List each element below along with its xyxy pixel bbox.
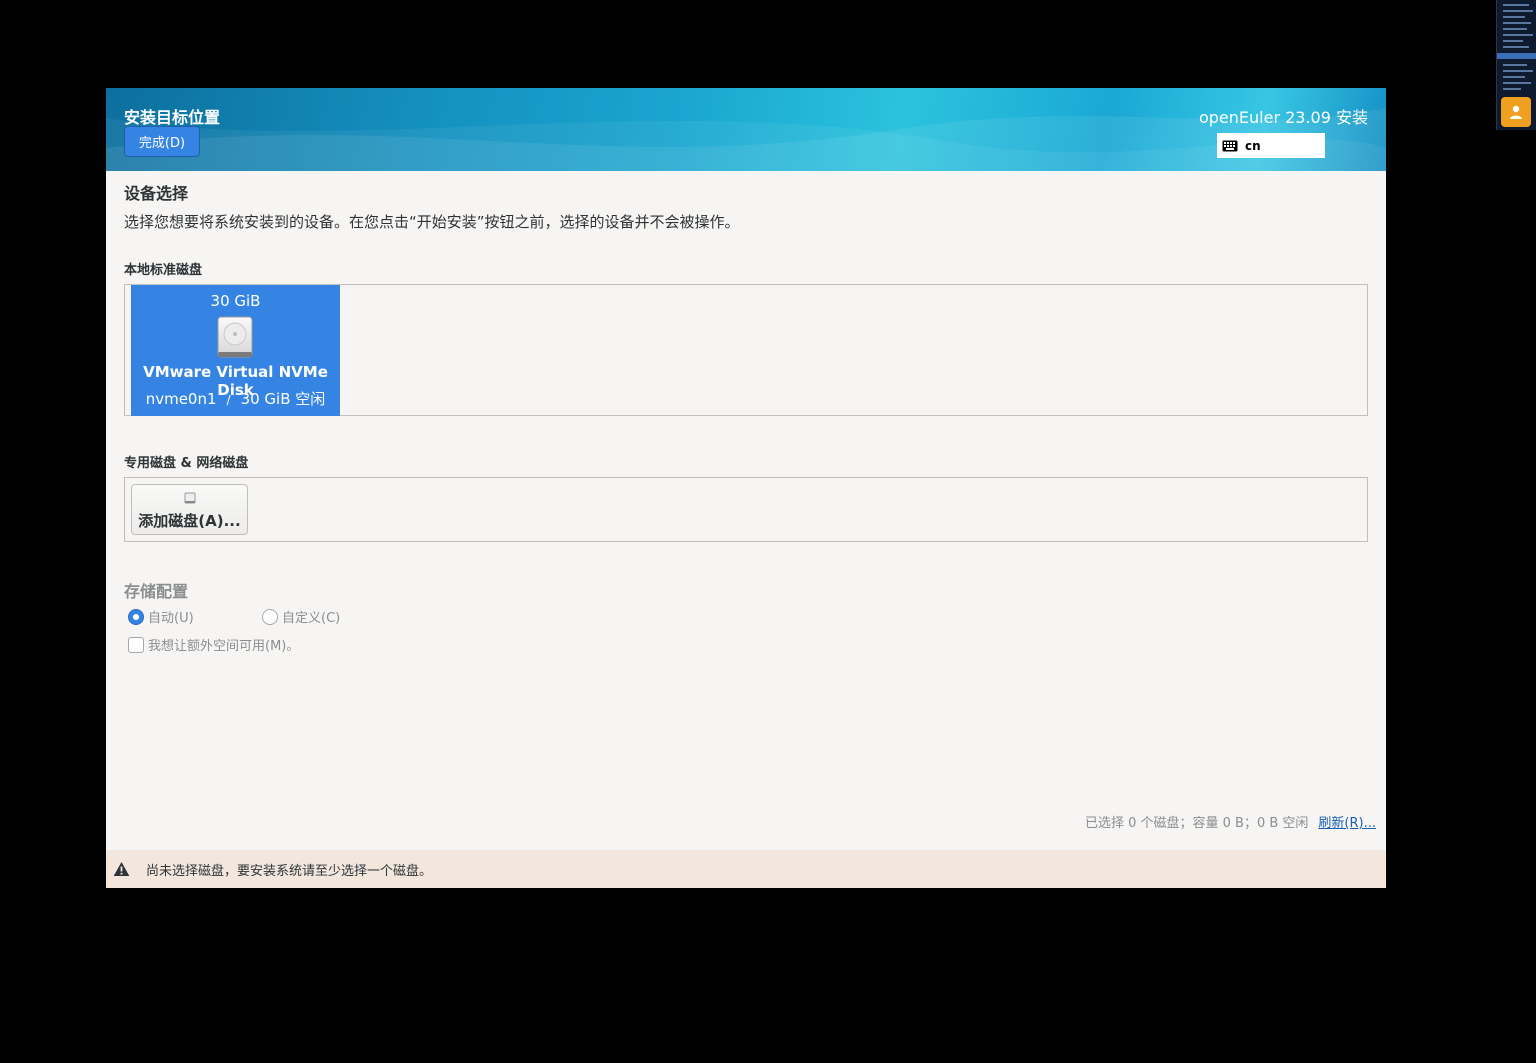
special-disks-label: 专用磁盘 & 网络磁盘 (124, 456, 249, 471)
radio-custom-partition[interactable]: 自定义(C) (262, 607, 340, 626)
thumbnail-highlight (1497, 53, 1536, 59)
radio-unchecked-indicator (262, 608, 278, 625)
product-title: openEuler 23.09 安装 (1198, 108, 1368, 127)
warning-message: 尚未选择磁盘，要安装系统请至少选择一个磁盘。 (146, 863, 433, 879)
checkbox-box (128, 636, 144, 653)
disk-device: nvme0n1 (145, 390, 217, 408)
special-disks-container: 添加磁盘(A)... (124, 477, 1368, 542)
device-selection-description: 选择您想要将系统安装到的设备。在您点击“开始安装”按钮之前，选择的设备并不会被操… (124, 213, 740, 231)
add-disk-label: 添加磁盘(A)... (138, 512, 241, 530)
warning-bar[interactable]: 尚未选择磁盘，要安装系统请至少选择一个磁盘。 (106, 850, 1386, 888)
header-wave-decoration (106, 108, 1386, 171)
storage-config-title: 存储配置 (124, 582, 189, 601)
installer-window: 安装目标位置 完成(D) openEuler 23.09 安装 cn 设备选择 … (106, 88, 1386, 888)
local-disks-container: 30 GiB VMware Virtual NVMe Disk nvme0n1/… (124, 284, 1368, 416)
radio-checked-indicator (128, 608, 144, 625)
user-avatar[interactable] (1501, 97, 1531, 127)
keyboard-layout-indicator[interactable]: cn (1217, 133, 1325, 158)
keyboard-layout-label: cn (1245, 138, 1261, 153)
disk-card-nvme0n1[interactable]: 30 GiB VMware Virtual NVMe Disk nvme0n1/… (131, 285, 340, 416)
radio-auto-label: 自动(U) (148, 611, 194, 626)
keyboard-icon (1222, 140, 1238, 151)
extra-space-checkbox[interactable]: 我想让额外空间可用(M)。 (128, 635, 299, 654)
done-button[interactable]: 完成(D) (124, 126, 200, 157)
spoke-title: 安装目标位置 (124, 108, 221, 127)
disk-detail: nvme0n1 / 30 GiB 空闲 (131, 388, 340, 409)
device-selection-title: 设备选择 (124, 184, 189, 203)
add-disk-button[interactable]: 添加磁盘(A)... (131, 484, 248, 535)
radio-custom-label: 自定义(C) (282, 611, 341, 626)
disk-size: 30 GiB (210, 292, 261, 310)
selection-summary: 已选择 0 个磁盘；容量 0 B；0 B 空闲 刷新(R)... (1085, 812, 1376, 831)
refresh-link[interactable]: 刷新(R)... (1318, 812, 1376, 831)
hard-disk-icon (217, 316, 253, 358)
summary-text: 已选择 0 个磁盘；容量 0 B；0 B 空闲 (1084, 816, 1309, 831)
local-disks-label: 本地标准磁盘 (124, 263, 203, 278)
spoke-header: 安装目标位置 完成(D) openEuler 23.09 安装 cn (106, 88, 1386, 171)
disk-detail-separator: / (226, 393, 231, 407)
extra-space-label: 我想让额外空间可用(M)。 (148, 639, 300, 654)
disk-free-space: 30 GiB 空闲 (240, 390, 326, 408)
radio-auto-partition[interactable]: 自动(U) (128, 607, 194, 626)
user-icon (1510, 105, 1522, 119)
warning-icon (113, 862, 130, 876)
small-disk-icon (184, 492, 196, 504)
